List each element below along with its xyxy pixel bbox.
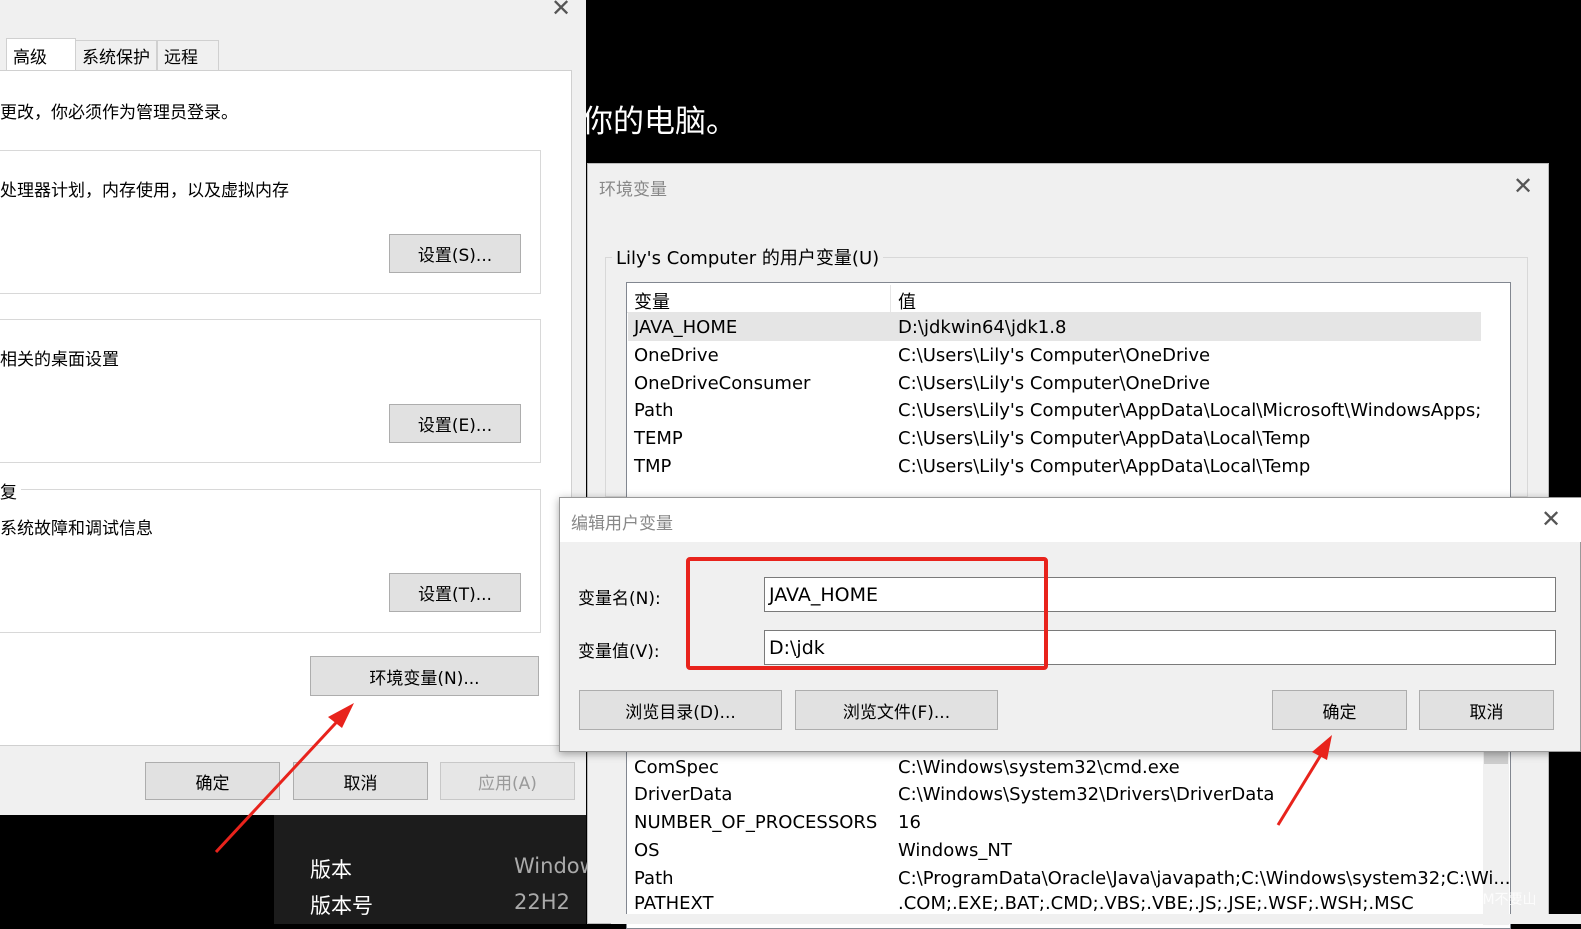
- edit-dialog-title: 编辑用户变量: [571, 514, 673, 534]
- table-row[interactable]: JAVA_HOME D:\jdkwin64\jdk1.8: [628, 313, 1481, 341]
- variable-value: C:\Users\Lily's Computer\AppData\Local\T…: [898, 455, 1311, 477]
- close-icon[interactable]: ✕: [1509, 172, 1537, 200]
- column-header-variable[interactable]: 变量: [634, 288, 670, 314]
- ok-button[interactable]: 确定: [145, 762, 280, 800]
- ok-button[interactable]: 确定: [1272, 690, 1407, 730]
- table-row[interactable]: DriverData C:\Windows\System32\Drivers\D…: [628, 780, 1481, 808]
- admin-note: 更改，你必须作为管理员登录。: [0, 103, 238, 123]
- apply-button[interactable]: 应用(A): [440, 762, 575, 800]
- user-variables-group-label: Lily's Computer 的用户变量(U): [612, 244, 884, 270]
- variable-name: OneDriveConsumer: [634, 372, 811, 394]
- table-row[interactable]: OS Windows_NT: [628, 836, 1481, 864]
- variable-name: TMP: [634, 455, 672, 477]
- build-value: 22H2: [514, 890, 570, 914]
- watermark: CSDN @MM不要山: [1412, 892, 1537, 908]
- variable-name: DriverData: [634, 783, 733, 805]
- column-divider: [890, 285, 891, 313]
- variable-name: Path: [634, 399, 674, 421]
- variable-name: ComSpec: [634, 756, 719, 778]
- tab-system-protection[interactable]: 系统保护: [75, 40, 157, 70]
- variable-name: TEMP: [634, 427, 683, 449]
- environment-variables-button[interactable]: 环境变量(N)...: [310, 656, 539, 696]
- variable-value: Windows_NT: [898, 839, 1012, 861]
- build-label: 版本号: [310, 894, 373, 918]
- variable-value-label: 变量值(V):: [578, 642, 660, 662]
- edit-dialog-titlebar: [560, 498, 1581, 542]
- performance-description: 处理器计划，内存使用，以及虚拟内存: [0, 181, 289, 201]
- table-row[interactable]: OneDriveConsumer C:\Users\Lily's Compute…: [628, 369, 1481, 397]
- cancel-button[interactable]: 取消: [293, 762, 428, 800]
- table-row[interactable]: PATHEXT .COM;.EXE;.BAT;.CMD;.VBS;.VBE;.J…: [628, 891, 1481, 915]
- variable-value: C:\Users\Lily's Computer\AppData\Local\T…: [898, 427, 1311, 449]
- variable-value: 16: [898, 811, 921, 833]
- settings-heading: 你的电脑。: [582, 104, 737, 140]
- browse-file-button[interactable]: 浏览文件(F)...: [795, 690, 998, 730]
- version-value: Window: [514, 854, 597, 878]
- variable-name: PATHEXT: [634, 892, 714, 914]
- close-icon[interactable]: ✕: [547, 0, 575, 22]
- variable-name: Path: [634, 867, 674, 889]
- user-profiles-settings-button[interactable]: 设置(E)...: [389, 404, 521, 443]
- version-label: 版本: [310, 858, 352, 882]
- table-row[interactable]: Path C:\Users\Lily's Computer\AppData\Lo…: [628, 396, 1481, 424]
- system-properties-dialog: ✕ 高级 系统保护 远程 更改，你必须作为管理员登录。 处理器计划，内存使用，以…: [0, 0, 586, 815]
- table-row[interactable]: OneDrive C:\Users\Lily's Computer\OneDri…: [628, 341, 1481, 369]
- variable-value: .COM;.EXE;.BAT;.CMD;.VBS;.VBE;.JS;.JSE;.…: [898, 892, 1414, 914]
- highlight-box: [686, 557, 1048, 670]
- tab-remote[interactable]: 远程: [157, 40, 219, 70]
- dialog-title: 环境变量: [599, 180, 667, 200]
- variable-value: C:\Users\Lily's Computer\AppData\Local\M…: [898, 399, 1482, 421]
- table-row[interactable]: TEMP C:\Users\Lily's Computer\AppData\Lo…: [628, 424, 1481, 452]
- startup-recovery-settings-button[interactable]: 设置(T)...: [389, 573, 521, 612]
- variable-name: JAVA_HOME: [634, 316, 738, 338]
- variable-name: OneDrive: [634, 344, 719, 366]
- close-icon[interactable]: ✕: [1537, 505, 1565, 533]
- table-row[interactable]: ComSpec C:\Windows\system32\cmd.exe: [628, 753, 1481, 781]
- tab-advanced[interactable]: 高级: [6, 38, 76, 71]
- table-row[interactable]: Path C:\ProgramData\Oracle\Java\javapath…: [628, 864, 1511, 892]
- variable-value: C:\Windows\System32\Drivers\DriverData: [898, 783, 1275, 805]
- variable-name-label: 变量名(N):: [578, 589, 661, 609]
- variable-name: NUMBER_OF_PROCESSORS: [634, 811, 878, 833]
- scrollbar-thumb[interactable]: [1484, 750, 1508, 764]
- column-header-value[interactable]: 值: [898, 288, 916, 314]
- browse-directory-button[interactable]: 浏览目录(D)...: [579, 690, 782, 730]
- variable-value: C:\ProgramData\Oracle\Java\javapath;C:\W…: [898, 867, 1511, 889]
- cancel-button[interactable]: 取消: [1419, 690, 1554, 730]
- startup-recovery-title: 复: [0, 478, 21, 503]
- variable-value: C:\Windows\system32\cmd.exe: [898, 756, 1180, 778]
- startup-recovery-description: 系统故障和调试信息: [0, 519, 153, 539]
- list-header: [627, 285, 1481, 313]
- table-row[interactable]: NUMBER_OF_PROCESSORS 16: [628, 808, 1481, 836]
- user-profiles-description: 相关的桌面设置: [0, 350, 119, 370]
- variable-value: C:\Users\Lily's Computer\OneDrive: [898, 372, 1211, 394]
- variable-name: OS: [634, 839, 660, 861]
- variable-value: C:\Users\Lily's Computer\OneDrive: [898, 344, 1211, 366]
- variable-value: D:\jdkwin64\jdk1.8: [898, 316, 1067, 338]
- list-bottom-edge: [611, 914, 1581, 924]
- table-row[interactable]: TMP C:\Users\Lily's Computer\AppData\Loc…: [628, 452, 1481, 480]
- performance-settings-button[interactable]: 设置(S)...: [389, 234, 521, 273]
